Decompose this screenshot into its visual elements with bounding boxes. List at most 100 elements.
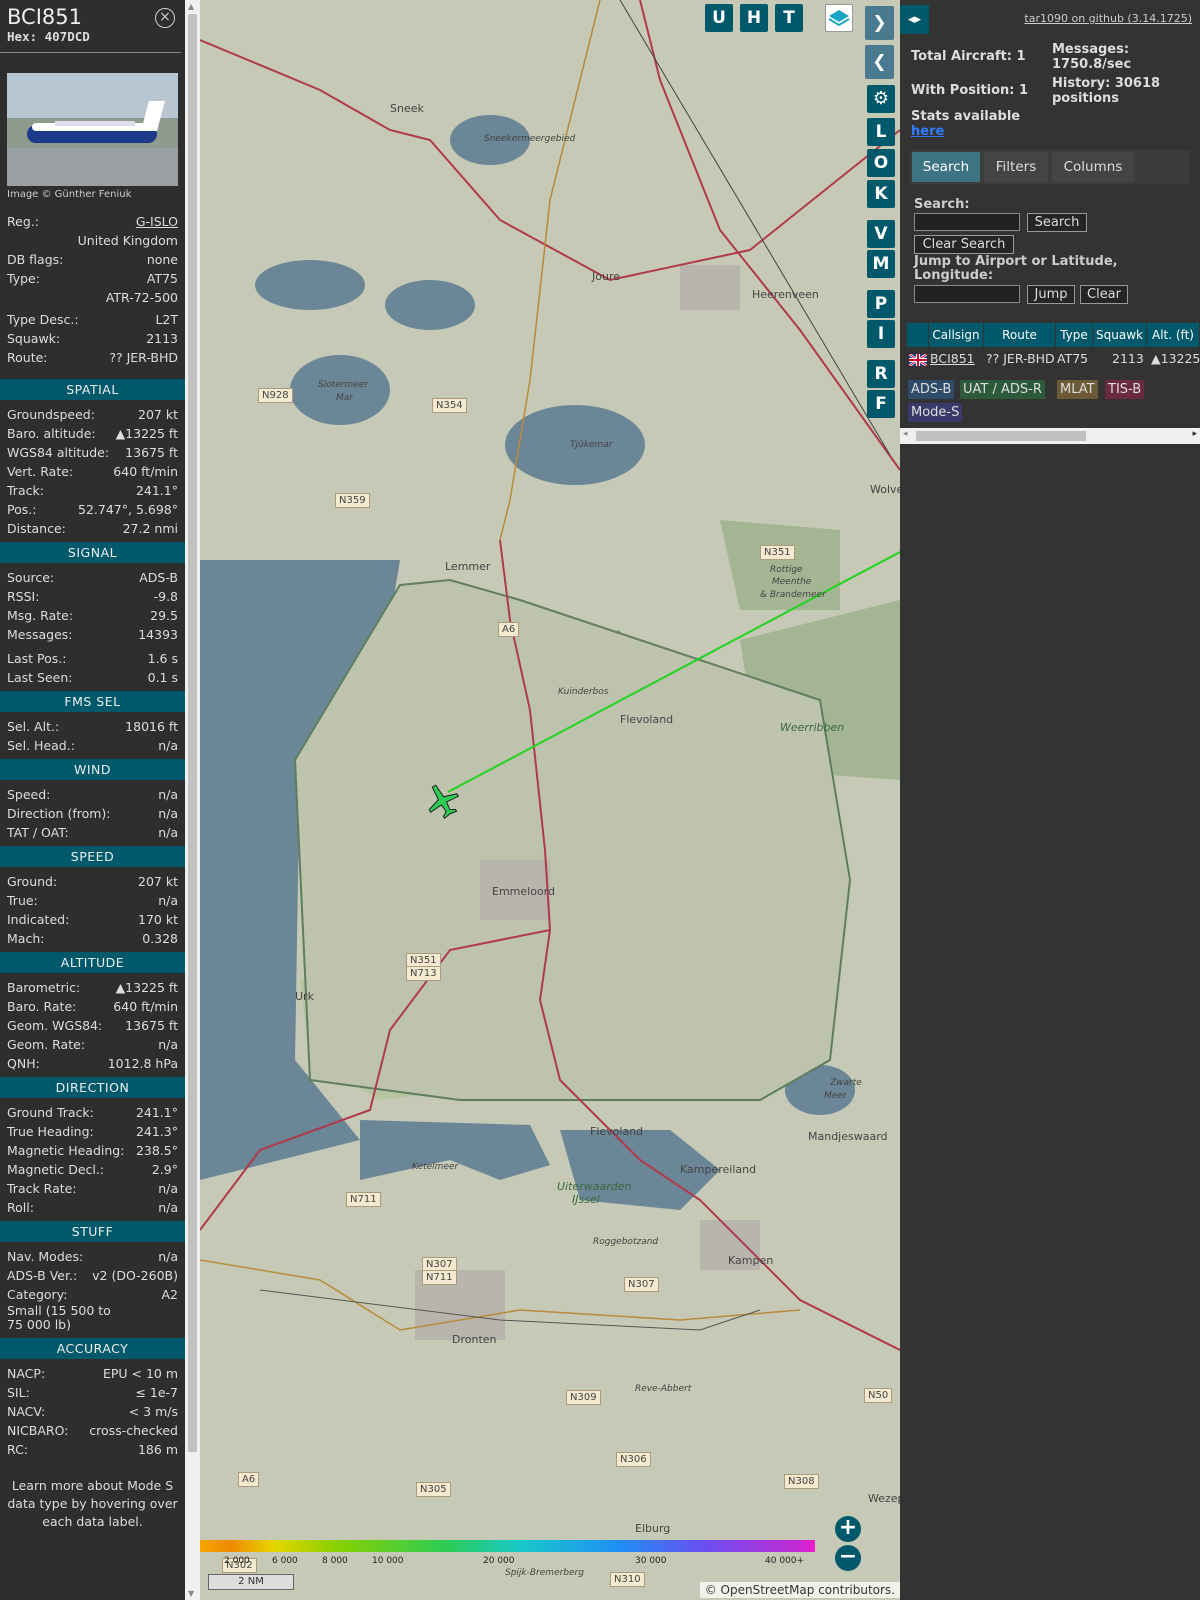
- map-button-v[interactable]: V: [867, 220, 895, 248]
- info-row-label[interactable]: Groundspeed:: [7, 405, 95, 424]
- info-row-label[interactable]: ADS-B Ver.:: [7, 1266, 77, 1285]
- search-button[interactable]: Search: [1027, 213, 1087, 232]
- info-row-label[interactable]: Direction (from):: [7, 804, 111, 823]
- info-row-label[interactable]: Sel. Alt.:: [7, 717, 59, 736]
- close-icon[interactable]: ×: [155, 8, 175, 28]
- chevron-left-icon[interactable]: ❮: [865, 45, 894, 79]
- info-row-label[interactable]: NICBARO:: [7, 1421, 68, 1440]
- info-row-label[interactable]: Last Pos.:: [7, 649, 66, 668]
- map-place-label: Wezep: [868, 1492, 900, 1505]
- info-row-label[interactable]: Baro. Rate:: [7, 997, 76, 1016]
- road-number-badge: N308: [784, 1474, 819, 1489]
- row-callsign[interactable]: BCI851: [930, 349, 975, 369]
- column-route[interactable]: Route: [984, 323, 1056, 347]
- info-row: Last Seen: 0.1 s: [0, 668, 185, 687]
- clear-button[interactable]: Clear: [1080, 285, 1128, 304]
- info-row-label[interactable]: Pos.:: [7, 500, 36, 519]
- map-button-k[interactable]: K: [867, 180, 895, 208]
- tab-search[interactable]: Search: [912, 152, 980, 182]
- info-row-label[interactable]: WGS84 altitude:: [7, 443, 109, 462]
- info-row-label[interactable]: Sel. Head.:: [7, 736, 75, 755]
- aircraft-photo[interactable]: [7, 73, 178, 186]
- legend-uat: UAT / ADS-R: [960, 380, 1045, 399]
- info-row-value: n/a: [158, 1181, 178, 1196]
- info-row-label[interactable]: Speed:: [7, 785, 50, 804]
- info-row-value: 170 kt: [138, 912, 178, 927]
- info-row-label[interactable]: Track Rate:: [7, 1179, 77, 1198]
- info-row-label[interactable]: Magnetic Decl.:: [7, 1160, 104, 1179]
- info-row-label[interactable]: QNH:: [7, 1054, 40, 1073]
- map-button-h[interactable]: H: [740, 4, 768, 32]
- info-row-value: ▲13225 ft: [115, 426, 178, 441]
- map-button-t[interactable]: T: [775, 4, 803, 32]
- info-row-label[interactable]: Mach:: [7, 929, 44, 948]
- info-row-label[interactable]: RC:: [7, 1440, 28, 1459]
- info-row-label[interactable]: True:: [7, 891, 38, 910]
- info-row-label[interactable]: Roll:: [7, 1198, 34, 1217]
- info-row-label[interactable]: Track:: [7, 481, 44, 500]
- column-callsign[interactable]: Callsign: [929, 323, 984, 347]
- info-row-label[interactable]: Baro. altitude:: [7, 424, 96, 443]
- column-type[interactable]: Type: [1056, 323, 1093, 347]
- info-row-label[interactable]: Magnetic Heading:: [7, 1141, 124, 1160]
- jump-input[interactable]: [914, 285, 1020, 303]
- info-row-label[interactable]: Ground Track:: [7, 1103, 94, 1122]
- map-button-m[interactable]: M: [867, 250, 895, 278]
- map-button-l[interactable]: L: [867, 118, 895, 146]
- info-callsign: BCI851: [7, 5, 82, 29]
- zoom-in-button[interactable]: +: [835, 1516, 861, 1542]
- jump-button[interactable]: Jump: [1027, 285, 1075, 304]
- info-row-label[interactable]: Msg. Rate:: [7, 606, 73, 625]
- map-view[interactable]: U H T ❯ ❮ ⚙ L O K V M P I R F Sneek Sneek…: [200, 0, 900, 1600]
- info-row-label[interactable]: Geom. Rate:: [7, 1035, 85, 1054]
- stats-here-link[interactable]: here: [911, 124, 944, 139]
- map-button-i[interactable]: I: [867, 320, 895, 348]
- info-row-label[interactable]: Source:: [7, 568, 54, 587]
- map-button-p[interactable]: P: [867, 290, 895, 318]
- info-row-label[interactable]: Category:: [7, 1285, 67, 1304]
- info-row-label[interactable]: True Heading:: [7, 1122, 94, 1141]
- info-row-value: 640 ft/min: [113, 999, 178, 1014]
- map-button-f[interactable]: F: [867, 390, 895, 418]
- map-attribution[interactable]: © OpenStreetMap contributors.: [699, 1582, 900, 1598]
- route-value: ?? JER-BHD: [109, 350, 178, 365]
- info-row: SIL: ≤ 1e-7: [0, 1383, 185, 1402]
- map-button-o[interactable]: O: [867, 149, 895, 177]
- info-row-label[interactable]: Nav. Modes:: [7, 1247, 83, 1266]
- settings-gear-icon[interactable]: ⚙: [867, 85, 895, 113]
- expand-toggle-icon[interactable]: ◂▸: [900, 5, 929, 34]
- reg-link[interactable]: G-ISLO: [136, 212, 178, 231]
- tab-columns[interactable]: Columns: [1052, 152, 1134, 182]
- info-scrollbar[interactable]: ▲ ▼: [185, 0, 200, 1600]
- row-type: AT75: [1057, 351, 1089, 366]
- map-button-r[interactable]: R: [867, 360, 895, 388]
- github-link[interactable]: tar1090 on github (3.14.1725): [1024, 12, 1192, 25]
- info-row-label[interactable]: Barometric:: [7, 978, 80, 997]
- info-row-label[interactable]: Distance:: [7, 519, 66, 538]
- map-button-u[interactable]: U: [705, 4, 733, 32]
- info-row-label[interactable]: NACP:: [7, 1364, 45, 1383]
- table-horizontal-scrollbar[interactable]: ◂ ▸: [900, 428, 1200, 444]
- info-row-label[interactable]: RSSI:: [7, 587, 39, 606]
- info-row-label[interactable]: Vert. Rate:: [7, 462, 73, 481]
- clear-search-button[interactable]: Clear Search: [914, 235, 1014, 254]
- info-row-label[interactable]: NACV:: [7, 1402, 45, 1421]
- info-row-label[interactable]: Ground:: [7, 872, 57, 891]
- zoom-out-button[interactable]: −: [835, 1545, 861, 1571]
- tab-filters[interactable]: Filters: [984, 152, 1048, 182]
- info-row: Msg. Rate: 29.5: [0, 606, 185, 625]
- info-row-label[interactable]: SIL:: [7, 1383, 30, 1402]
- search-input[interactable]: [914, 213, 1020, 231]
- info-row-value: 13675 ft: [125, 445, 178, 460]
- chevron-right-icon[interactable]: ❯: [865, 6, 894, 40]
- column-altitude[interactable]: Alt. (ft): [1147, 323, 1200, 347]
- jump-label: Jump to Airport or Latitude, Longitude:: [914, 254, 1118, 283]
- column-squawk[interactable]: Squawk: [1093, 323, 1147, 347]
- info-row-label[interactable]: Last Seen:: [7, 668, 72, 687]
- layers-icon[interactable]: [825, 4, 853, 32]
- info-row-label[interactable]: TAT / OAT:: [7, 823, 69, 842]
- info-row-label[interactable]: Geom. WGS84:: [7, 1016, 102, 1035]
- info-row-label[interactable]: Messages:: [7, 625, 73, 644]
- info-row-label[interactable]: Indicated:: [7, 910, 69, 929]
- info-row: Track: 241.1°: [0, 481, 185, 500]
